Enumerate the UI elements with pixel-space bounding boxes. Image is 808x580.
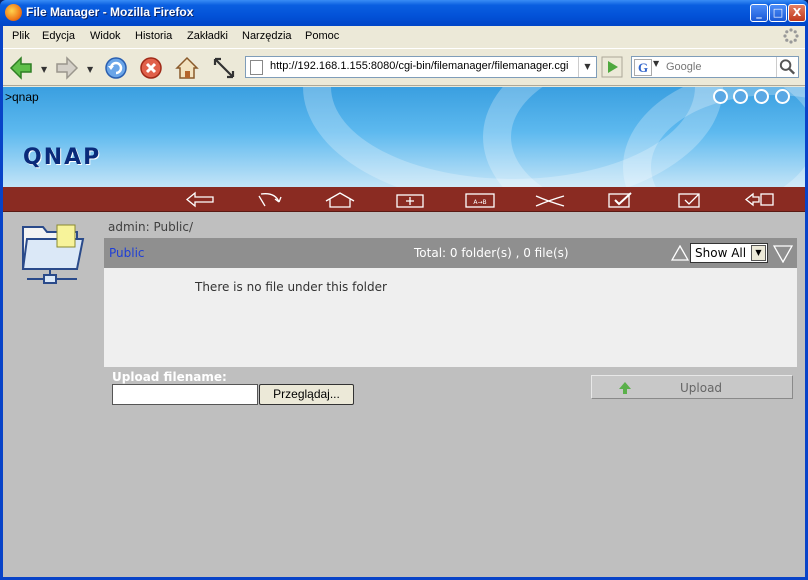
close-button[interactable]: X [788, 4, 806, 22]
refresh-icon[interactable] [713, 89, 728, 104]
search-icon[interactable] [776, 57, 798, 77]
firefox-icon [5, 4, 22, 21]
url-bar[interactable]: http://192.168.1.155:8080/cgi-bin/filema… [245, 56, 597, 78]
filter-select[interactable]: Show All ▼ [690, 243, 768, 263]
copy-icon[interactable] [603, 190, 637, 209]
breadcrumb[interactable]: >qnap [5, 90, 39, 104]
forward-icon[interactable] [53, 54, 81, 82]
sort-down-icon[interactable] [773, 245, 793, 263]
network-folder-icon [21, 224, 85, 284]
file-toolbar: A→B [3, 187, 805, 212]
reload-icon[interactable] [102, 54, 130, 82]
forward-dropdown-icon[interactable]: ▼ [87, 65, 93, 74]
menu-historia[interactable]: Historia [135, 30, 172, 42]
move-icon[interactable] [743, 190, 777, 209]
menu-narzedzia[interactable]: Narzędzia [242, 30, 292, 42]
next-icon[interactable] [775, 89, 790, 104]
cut-icon[interactable] [533, 190, 567, 209]
window-title: File Manager - Mozilla Firefox [26, 5, 194, 19]
back-arrow-icon[interactable] [183, 190, 217, 209]
folder-link[interactable]: Public [109, 246, 145, 260]
new-folder-icon[interactable] [393, 190, 427, 209]
qnap-logo: QNAP [23, 145, 102, 170]
browse-button[interactable]: Przeglądaj... [259, 384, 354, 405]
sort-up-icon[interactable] [671, 245, 689, 261]
qnap-banner: >qnap QNAP [3, 87, 805, 187]
menu-pomoc[interactable]: Pomoc [305, 30, 339, 42]
page-content: >qnap QNAP A→B admin: Public/ Public Tot… [3, 87, 805, 577]
search-bar[interactable]: G ▼ Google [631, 56, 799, 78]
empty-message: There is no file under this folder [195, 280, 387, 294]
minimize-button[interactable]: _ [750, 4, 768, 22]
throbber-icon [783, 28, 799, 44]
menu-edycja[interactable]: Edycja [42, 30, 75, 42]
home-icon[interactable] [173, 54, 201, 82]
url-text[interactable]: http://192.168.1.155:8080/cgi-bin/filema… [270, 60, 568, 72]
menu-widok[interactable]: Widok [90, 30, 121, 42]
menu-plik[interactable]: Plik [12, 30, 30, 42]
navigation-toolbar: ▼ ▼ http://192.168.1.155:8080/cgi-bin/fi… [3, 48, 805, 86]
url-dropdown-icon[interactable]: ▼ [578, 57, 596, 77]
home-icon[interactable] [323, 190, 357, 209]
search-input[interactable]: Google [666, 61, 701, 73]
menu-zakladki[interactable]: Zakładki [187, 30, 228, 42]
back-dropdown-icon[interactable]: ▼ [41, 65, 47, 74]
refresh-icon[interactable] [253, 190, 287, 209]
file-list-header: Public Total: 0 folder(s) , 0 file(s) Sh… [104, 238, 797, 268]
paste-icon[interactable] [673, 190, 707, 209]
upload-label: Upload filename: [112, 370, 227, 384]
upload-filename-field[interactable] [112, 384, 258, 405]
total-count: Total: 0 folder(s) , 0 file(s) [414, 246, 569, 260]
filter-value: Show All [695, 246, 747, 260]
stop-icon[interactable] [137, 54, 165, 82]
home-icon[interactable] [733, 89, 748, 104]
svg-text:A→B: A→B [473, 199, 486, 206]
browser-window: File Manager - Mozilla Firefox _ □ X Pli… [0, 0, 808, 580]
upload-arrow-icon [619, 382, 631, 394]
browser-client: Plik Edycja Widok Historia Zakładki Narz… [3, 26, 805, 577]
search-engine-icon[interactable]: G [634, 59, 652, 76]
rename-icon[interactable]: A→B [463, 190, 497, 209]
resize-icon[interactable] [210, 54, 238, 82]
file-list: There is no file under this folder [104, 268, 797, 367]
upload-button[interactable]: Upload [591, 375, 793, 399]
go-icon[interactable] [601, 56, 623, 78]
help-icon[interactable] [754, 89, 769, 104]
title-bar[interactable]: File Manager - Mozilla Firefox _ □ X [0, 0, 808, 26]
maximize-button[interactable]: □ [769, 4, 787, 22]
upload-button-label: Upload [680, 381, 723, 395]
chevron-down-icon[interactable]: ▼ [751, 245, 766, 261]
page-icon [250, 60, 263, 75]
menu-bar: Plik Edycja Widok Historia Zakładki Narz… [3, 26, 805, 48]
engine-dropdown-icon[interactable]: ▼ [653, 59, 659, 68]
current-path: admin: Public/ [108, 220, 194, 234]
back-icon[interactable] [7, 54, 35, 82]
